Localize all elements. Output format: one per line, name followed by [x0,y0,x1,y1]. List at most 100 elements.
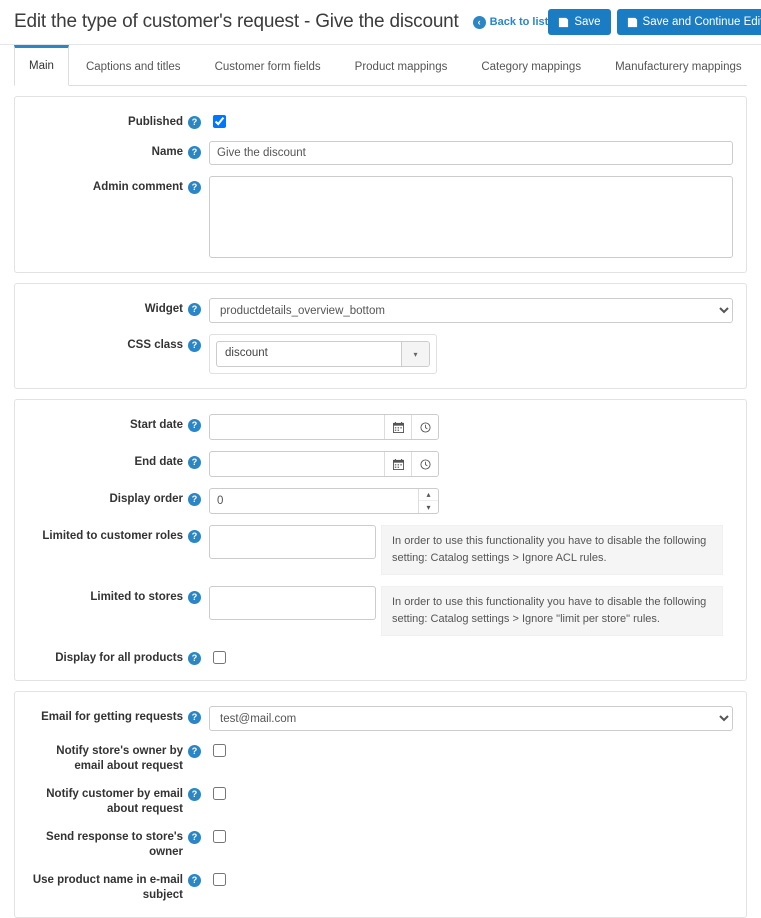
end-date-input[interactable] [210,452,384,476]
field-display-for-all-products: Display for all products ? [27,647,734,666]
start-date-label-cell: Start date ? [27,414,209,433]
email-select[interactable]: test@mail.com [209,706,733,731]
css-class-label-cell: CSS class ? [27,334,209,353]
help-icon[interactable]: ? [188,303,201,316]
field-use-product-name: Use product name in e-mail subject ? [27,871,734,903]
tab-customer-form-fields[interactable]: Customer form fields [198,46,338,86]
name-input[interactable] [209,141,733,165]
name-label: Name [151,146,183,158]
notify-owner-label: Notify store's owner by email about requ… [56,745,183,772]
field-widget: Widget ? productdetails_overview_bottom [27,298,734,323]
published-checkbox[interactable] [213,115,226,128]
notify-customer-checkbox[interactable] [213,787,226,800]
save-and-continue-button[interactable]: Save and Continue Edit [616,9,761,35]
tab-manufacturery-mappings[interactable]: Manufacturery mappings [598,46,759,86]
end-date-field [209,451,439,477]
help-icon[interactable]: ? [188,831,201,844]
tab-bar: Main Captions and titles Customer form f… [0,45,761,86]
send-response-label: Send response to store's owner [46,831,183,858]
use-product-name-checkbox[interactable] [213,873,226,886]
tab-product-mappings[interactable]: Product mappings [338,46,465,86]
back-arrow-circle-icon: ‹ [472,15,486,29]
tab-main[interactable]: Main [14,45,69,86]
limited-roles-label: Limited to customer roles [42,530,183,542]
published-label: Published [128,116,183,128]
tab-content-main: Published ? Name ? Admin comment [0,86,761,918]
tab-captions-and-titles[interactable]: Captions and titles [69,46,198,86]
clock-icon[interactable] [411,452,438,476]
admin-comment-label-cell: Admin comment ? [27,176,209,195]
admin-page: Edit the type of customer's request - Gi… [0,0,761,918]
field-notify-customer: Notify customer by email about request ? [27,785,734,817]
floppy-disk-icon [627,17,638,28]
help-icon[interactable]: ? [188,711,201,724]
name-label-cell: Name ? [27,141,209,160]
limited-roles-label-cell: Limited to customer roles ? [27,525,209,544]
help-icon[interactable]: ? [188,745,201,758]
field-notify-store-owner: Notify store's owner by email about requ… [27,742,734,774]
help-icon[interactable]: ? [188,788,201,801]
send-response-checkbox[interactable] [213,830,226,843]
field-end-date: End date ? [27,451,734,477]
stepper-buttons: ▴ ▾ [418,489,438,513]
back-to-list-link[interactable]: ‹ Back to list [472,15,548,29]
field-published: Published ? [27,111,734,130]
save-button[interactable]: Save [548,9,611,35]
help-icon[interactable]: ? [188,874,201,887]
email-label: Email for getting requests [41,711,183,723]
field-start-date: Start date ? [27,414,734,440]
clock-icon[interactable] [411,415,438,439]
page-title: Edit the type of customer's request - Gi… [14,11,459,32]
help-icon[interactable]: ? [188,419,201,432]
header-actions: Save Save and Continue Edit Delete [548,9,761,35]
panel-availability: Start date ? End date ? Display order ? … [14,399,747,681]
limited-roles-input[interactable] [209,525,376,559]
limited-stores-hint: In order to use this functionality you h… [381,586,723,636]
help-icon[interactable]: ? [188,116,201,129]
stepper-up-icon[interactable]: ▴ [419,489,438,501]
stepper-down-icon[interactable]: ▾ [419,501,438,513]
limited-stores-input[interactable] [209,586,376,620]
help-icon[interactable]: ? [188,146,201,159]
widget-select[interactable]: productdetails_overview_bottom [209,298,733,323]
help-icon[interactable]: ? [188,339,201,352]
help-icon[interactable]: ? [188,456,201,469]
chevron-down-icon[interactable]: ▾ [401,342,429,366]
help-icon[interactable]: ? [188,591,201,604]
display-order-label-cell: Display order ? [27,488,209,507]
help-icon[interactable]: ? [188,530,201,543]
display-all-label-cell: Display for all products ? [27,647,209,666]
admin-comment-textarea[interactable] [209,176,733,258]
help-icon[interactable]: ? [188,652,201,665]
field-limited-to-customer-roles: Limited to customer roles ? In order to … [27,525,734,575]
start-date-label: Start date [129,419,183,431]
field-limited-to-stores: Limited to stores ? In order to use this… [27,586,734,636]
display-for-all-products-checkbox[interactable] [213,651,226,664]
notify-customer-label: Notify customer by email about request [46,788,183,815]
css-class-combo[interactable]: discount ▾ [216,341,430,367]
calendar-icon[interactable] [384,415,411,439]
floppy-disk-icon [558,17,569,28]
help-icon[interactable]: ? [188,493,201,506]
send-response-label-cell: Send response to store's owner ? [27,828,209,860]
css-class-label: CSS class [127,339,183,351]
notify-store-owner-checkbox[interactable] [213,744,226,757]
save-and-continue-button-label: Save and Continue Edit [642,16,761,28]
save-button-label: Save [574,16,601,28]
end-date-label: End date [134,456,183,468]
display-order-label: Display order [109,493,184,505]
css-class-value: discount [225,347,268,359]
email-label-cell: Email for getting requests ? [27,706,209,725]
admin-comment-label: Admin comment [92,181,183,193]
calendar-icon[interactable] [384,452,411,476]
widget-label-cell: Widget ? [27,298,209,317]
field-css-class: CSS class ? discount ▾ [27,334,734,374]
tab-category-mappings[interactable]: Category mappings [464,46,598,86]
display-order-input[interactable] [210,489,418,513]
field-display-order: Display order ? ▴ ▾ [27,488,734,514]
use-product-name-label: Use product name in e-mail subject [32,874,183,901]
help-icon[interactable]: ? [188,181,201,194]
end-date-label-cell: End date ? [27,451,209,470]
field-send-response-to-owner: Send response to store's owner ? [27,828,734,860]
start-date-input[interactable] [210,415,384,439]
